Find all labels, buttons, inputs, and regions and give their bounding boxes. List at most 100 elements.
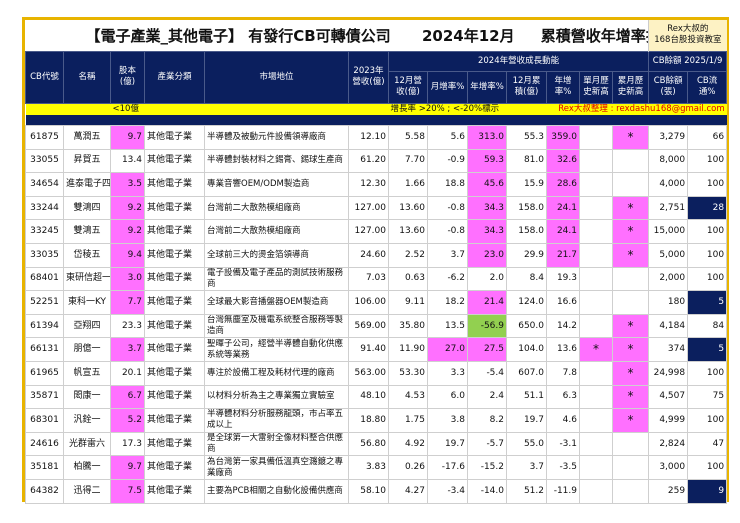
cell-month-high	[579, 242, 613, 268]
cell-cum-yoy: 6.3	[546, 384, 580, 410]
cell-cb-bal: 15,000	[648, 219, 689, 244]
cell-rev2023: 127.00	[348, 219, 389, 244]
cell-month-high	[579, 455, 613, 480]
cell-dec-rev: 35.80	[388, 313, 428, 339]
header-cb-bal: CB餘額(張)	[648, 70, 689, 104]
cell-industry: 其他電子業	[144, 313, 205, 339]
cell-market: 專注於設備工程及耗材代理的廠商	[204, 360, 349, 386]
cell-industry: 其他電子業	[144, 266, 205, 292]
cell-cb-bal: 4,999	[648, 408, 689, 433]
cell-industry: 其他電子業	[144, 172, 205, 197]
cell-rev2023: 3.83	[348, 455, 389, 480]
cell-rev2023: 48.10	[348, 384, 389, 410]
cell-yoy: -5.7	[467, 431, 507, 457]
table-row: 61394 亞翔四 23.3 其他電子業 台灣無塵室及機電系統整合服務等製造商 569.0…	[25, 313, 728, 339]
cell-dec-rev: 13.60	[388, 219, 428, 244]
cell-code: 35871	[25, 384, 64, 410]
cell-industry: 其他電子業	[144, 337, 205, 362]
cell-code: 35181	[25, 455, 64, 480]
cell-rev2023: 569.00	[348, 313, 389, 339]
table-row: 68401 東研信超一 3.0 其他電子業 電子設備及電子產品的測試技術服務商 7.03 0…	[25, 266, 728, 292]
header-cum: 12月累積(億)	[506, 70, 547, 104]
cell-yoy: -14.0	[467, 478, 507, 504]
cell-market: 半導體及被動元件設備領導廠商	[204, 125, 349, 150]
cell-cb-float: 9	[687, 478, 728, 504]
cell-industry: 其他電子業	[144, 431, 205, 457]
cell-industry: 其他電子業	[144, 195, 205, 221]
cell-rev2023: 12.30	[348, 172, 389, 197]
table-row: 34654 進泰電子四 3.5 其他電子業 專業音響OEM/ODM製造商 12.30 1.6…	[25, 172, 728, 197]
cell-mom: -0.8	[427, 195, 468, 221]
cell-name: 汎銓一	[63, 408, 111, 433]
cell-market: 台灣無塵室及機電系統整合服務等製造商	[204, 313, 349, 339]
cell-dec-rev: 7.70	[388, 148, 428, 174]
cell-mom: -0.8	[427, 219, 468, 244]
cell-yoy: 8.2	[467, 408, 507, 433]
cell-cb-float: 28	[687, 195, 728, 221]
cell-month-high	[579, 125, 613, 150]
cell-capital: 3.0	[110, 266, 145, 292]
cell-cb-float: 66	[687, 125, 728, 150]
cell-code: 61394	[25, 313, 64, 339]
cell-yoy: 313.0	[467, 125, 507, 150]
cell-month-high	[579, 172, 613, 197]
cell-code: 24616	[25, 431, 64, 457]
cell-cb-float: 5	[687, 337, 728, 362]
cell-capital: 3.7	[110, 337, 145, 362]
header-capital: 股本(億)	[110, 50, 145, 104]
cell-cb-float: 84	[687, 313, 728, 339]
cell-cum-yoy: 13.6	[546, 337, 580, 362]
cell-industry: 其他電子業	[144, 408, 205, 433]
cell-cb-bal: 2,824	[648, 431, 689, 457]
cell-dec-rev: 53.30	[388, 360, 428, 386]
cell-name: 萬潤五	[63, 125, 111, 150]
cell-market: 電子設備及電子產品的測試技術服務商	[204, 266, 349, 292]
cell-mom: -3.4	[427, 478, 468, 504]
cell-mom: -0.9	[427, 148, 468, 174]
cell-industry: 其他電子業	[144, 384, 205, 410]
cell-capital: 13.4	[110, 148, 145, 174]
cell-capital: 9.7	[110, 125, 145, 150]
cell-name: 光群雷六	[63, 431, 111, 457]
cell-cum-yoy: 21.7	[546, 242, 580, 268]
cell-market: 台灣前二大散熱模組廠商	[204, 219, 349, 244]
cell-cum: 81.0	[506, 148, 547, 174]
cell-capital: 3.5	[110, 172, 145, 197]
cell-dec-rev: 1.66	[388, 172, 428, 197]
cell-market: 全球最大影音播盤器OEM製造商	[204, 290, 349, 315]
cell-dec-rev: 4.92	[388, 431, 428, 457]
table-row: 33055 昇貿五 13.4 其他電子業 半導體封裝材料之錫膏、錫球生產商 61.20 7.…	[25, 148, 728, 174]
header-cum-yoy: 年增率%	[546, 70, 580, 104]
cell-cum-yoy: 359.0	[546, 125, 580, 150]
cell-cb-float: 5	[687, 290, 728, 315]
cell-mom: 3.8	[427, 408, 468, 433]
cell-cum: 607.0	[506, 360, 547, 386]
cell-yoy: 27.5	[467, 337, 507, 362]
header-group-2024: 2024年營收成長動能	[387, 50, 650, 72]
cell-industry: 其他電子業	[144, 148, 205, 174]
cell-name: 雙鴻四	[63, 195, 111, 221]
cell-name: 昇貿五	[63, 148, 111, 174]
cell-rev2023: 127.00	[348, 195, 389, 221]
cell-dec-rev: 4.53	[388, 384, 428, 410]
cell-cum-high	[611, 266, 650, 292]
cell-market: 台灣前二大散熱模組廠商	[204, 195, 349, 221]
header-code: CB代號	[25, 50, 64, 104]
brand-label: Rex大叔的 168台股投資教室	[648, 20, 727, 51]
cell-code: 33244	[25, 195, 64, 221]
cell-cum-high	[611, 455, 650, 480]
cell-dec-rev: 13.60	[388, 195, 428, 221]
cell-dec-rev: 11.90	[388, 337, 428, 362]
cb-ranking-sheet: 【電子產業_其他電子】 有發行CB可轉債公司 2024年12月 累積營收年增率排…	[22, 17, 729, 504]
cell-yoy: 2.0	[467, 266, 507, 292]
table-row: 52251 東科一KY 7.7 其他電子業 全球最大影音播盤器OEM製造商 106.00 9…	[25, 290, 728, 315]
cell-cb-float: 47	[687, 431, 728, 457]
cell-cb-bal: 24,998	[648, 360, 689, 386]
cell-cum-high	[611, 290, 650, 315]
header-cum-high: 累月歷史新高	[611, 70, 650, 104]
table-row: 61965 帆宣五 20.1 其他電子業 專注於設備工程及耗材代理的廠商 563.00 53…	[25, 360, 728, 386]
cell-name: 進泰電子四	[63, 172, 111, 197]
cell-yoy: 34.3	[467, 219, 507, 244]
cell-name: 東科一KY	[63, 290, 111, 315]
cell-name: 柏騰一	[63, 455, 111, 480]
